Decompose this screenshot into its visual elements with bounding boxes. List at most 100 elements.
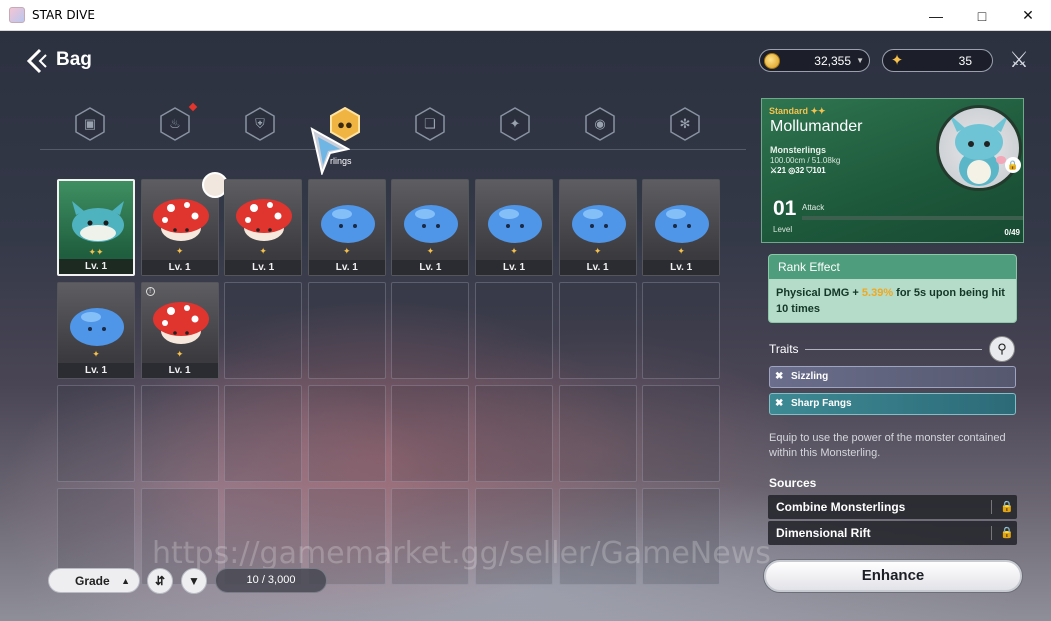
maximize-icon[interactable]: □ bbox=[959, 0, 1005, 31]
source-combine-monsterlings[interactable]: Combine Monsterlings 🔒 bbox=[768, 495, 1017, 519]
source-label: Combine Monsterlings bbox=[776, 500, 906, 514]
star-currency[interactable]: ✦ 35 bbox=[882, 49, 993, 72]
grade-stars: ✦ bbox=[175, 349, 184, 359]
gold-currency[interactable]: 32,355 ▼ bbox=[759, 49, 870, 72]
empty-inventory-slot[interactable] bbox=[642, 385, 721, 482]
teal-whale-monster-icon bbox=[72, 201, 124, 242]
blue-slime-monster-icon bbox=[70, 308, 124, 346]
sort-order-button[interactable]: ⇵ bbox=[147, 568, 173, 594]
tab-pouch[interactable]: ◉ bbox=[583, 107, 617, 141]
filter-icon: ▼ bbox=[188, 574, 200, 588]
rank-effect-prefix: Physical DMG + bbox=[776, 287, 862, 299]
inventory-slot[interactable]: ✦ Lv. 1 bbox=[642, 179, 721, 276]
monster-description: Equip to use the power of the monster co… bbox=[769, 432, 1006, 459]
grade-stars: ✦ bbox=[677, 246, 685, 256]
source-dimensional-rift[interactable]: Dimensional Rift 🔒 bbox=[768, 521, 1017, 545]
sort-select[interactable]: Grade ▲ bbox=[48, 568, 140, 593]
gold-amount: 32,355 bbox=[814, 53, 851, 68]
trait-sharp-fangs[interactable]: ✖ Sharp Fangs bbox=[769, 393, 1016, 415]
empty-inventory-slot[interactable] bbox=[475, 385, 553, 482]
monster-type: Monsterlings bbox=[770, 145, 827, 155]
blue-slime-monster-icon bbox=[404, 205, 459, 243]
sort-order-icon: ⇵ bbox=[154, 574, 166, 588]
window-titlebar: STAR DIVE — □ ✕ bbox=[0, 0, 1051, 31]
inventory-slot[interactable]: ✦✦ Lv. 1 bbox=[57, 179, 135, 276]
slot-level: Lv. 1 bbox=[225, 260, 302, 275]
empty-inventory-slot[interactable] bbox=[224, 282, 303, 379]
empty-inventory-slot[interactable] bbox=[57, 385, 135, 482]
red-mushroom-monster-icon bbox=[236, 199, 293, 241]
app-icon bbox=[9, 7, 25, 23]
blue-slime-monster-icon bbox=[320, 205, 375, 243]
slot-level: Lv. 1 bbox=[141, 260, 218, 275]
tab-compass[interactable]: ✻ bbox=[668, 107, 702, 141]
empty-inventory-slot[interactable] bbox=[224, 385, 303, 482]
grade-stars: ✦ bbox=[426, 246, 435, 256]
search-icon[interactable]: ⚲ bbox=[989, 336, 1015, 362]
crossed-swords-icon[interactable]: ⚔ bbox=[1006, 47, 1032, 73]
dropdown-arrow-icon[interactable]: ▼ bbox=[856, 56, 864, 65]
inventory-slot[interactable]: ✦ Lv. 1 bbox=[307, 179, 386, 276]
inventory-slot[interactable]: ✦ Lv. 1 bbox=[558, 179, 637, 276]
empty-inventory-slot[interactable] bbox=[140, 385, 219, 482]
traits-divider bbox=[805, 349, 982, 350]
monster-dimensions: 100.00cm / 51.08kg bbox=[770, 156, 841, 165]
empty-inventory-slot[interactable] bbox=[558, 282, 637, 379]
level-number: 01 bbox=[773, 197, 797, 220]
pointer-cursor-icon bbox=[310, 127, 350, 175]
star-crystal-icon: ✦ bbox=[890, 51, 904, 69]
empty-inventory-slot[interactable] bbox=[307, 385, 386, 482]
compass-icon: ✻ bbox=[679, 116, 691, 131]
category-tabs: ▣ ♨ ⛨ ●● ❏ ✦ ◉ ✻ bbox=[40, 101, 746, 151]
inventory-slot[interactable]: ✦ Lv. 1 bbox=[140, 172, 228, 276]
grade-stars: ✦ bbox=[593, 246, 602, 256]
box-icon: ❏ bbox=[424, 116, 436, 131]
tab-chest[interactable]: ▣ bbox=[73, 107, 107, 141]
empty-inventory-slot[interactable] bbox=[391, 385, 470, 482]
attack-label: Attack bbox=[802, 203, 825, 212]
inventory-count: 10 / 3,000 bbox=[215, 568, 327, 593]
sizzling-icon: ✖ bbox=[775, 371, 784, 382]
star-amount: 35 bbox=[958, 53, 972, 68]
tab-star[interactable]: ✦ bbox=[498, 107, 532, 141]
tab-food[interactable]: ♨ bbox=[158, 107, 192, 141]
empty-inventory-slot[interactable] bbox=[307, 282, 386, 379]
inventory-slot[interactable]: ✦ Lv. 1 bbox=[475, 179, 553, 276]
empty-inventory-slot[interactable] bbox=[475, 282, 553, 379]
blue-slime-monster-icon bbox=[488, 205, 542, 243]
monster-portrait bbox=[936, 105, 1022, 191]
red-mushroom-monster-icon bbox=[152, 302, 209, 344]
grade-stars: ✦ bbox=[510, 246, 518, 256]
empty-inventory-slot[interactable] bbox=[642, 282, 721, 379]
inventory-slot[interactable]: ✦ Lv. 1 bbox=[57, 282, 135, 379]
trait-sizzling[interactable]: ✖ Sizzling bbox=[769, 366, 1016, 388]
page-title: Bag bbox=[56, 49, 92, 70]
grade-stars: ✦ bbox=[343, 246, 351, 256]
mollumander-portrait-icon bbox=[949, 114, 1009, 186]
tab-box[interactable]: ❏ bbox=[413, 107, 447, 141]
trait-label: Sharp Fangs bbox=[791, 398, 852, 409]
lock-icon[interactable]: 🔒 bbox=[1005, 157, 1021, 173]
gold-coin-icon bbox=[764, 52, 780, 69]
filter-button[interactable]: ▼ bbox=[181, 568, 207, 594]
close-icon[interactable]: ✕ bbox=[1005, 0, 1051, 31]
lock-icon: 🔒 bbox=[991, 500, 1014, 514]
back-icon[interactable] bbox=[24, 46, 54, 76]
lock-icon: 🔒 bbox=[991, 526, 1014, 540]
trait-label: Sizzling bbox=[791, 371, 829, 382]
rank-effect-title: Rank Effect bbox=[769, 255, 1016, 279]
exp-bar bbox=[802, 216, 1023, 220]
inventory-slot[interactable]: ✦ Lv. 1 bbox=[391, 179, 470, 276]
inventory-slot[interactable]: ✦ Lv. 1 bbox=[224, 179, 303, 276]
tab-armor[interactable]: ⛨ bbox=[243, 107, 277, 141]
watermark: https://gamemarket.gg/seller/GameNews bbox=[152, 536, 771, 571]
chest-icon: ▣ bbox=[83, 116, 97, 131]
inventory-slot[interactable]: ✦ Lv. 1! bbox=[140, 282, 219, 379]
empty-inventory-slot[interactable] bbox=[391, 282, 470, 379]
enhance-button[interactable]: Enhance bbox=[764, 560, 1022, 592]
slot-level: Lv. 1 bbox=[141, 363, 218, 378]
tabs-divider bbox=[40, 149, 746, 150]
empty-inventory-slot[interactable] bbox=[558, 385, 637, 482]
slot-level: Lv. 1 bbox=[476, 260, 552, 275]
minimize-icon[interactable]: — bbox=[913, 0, 959, 31]
